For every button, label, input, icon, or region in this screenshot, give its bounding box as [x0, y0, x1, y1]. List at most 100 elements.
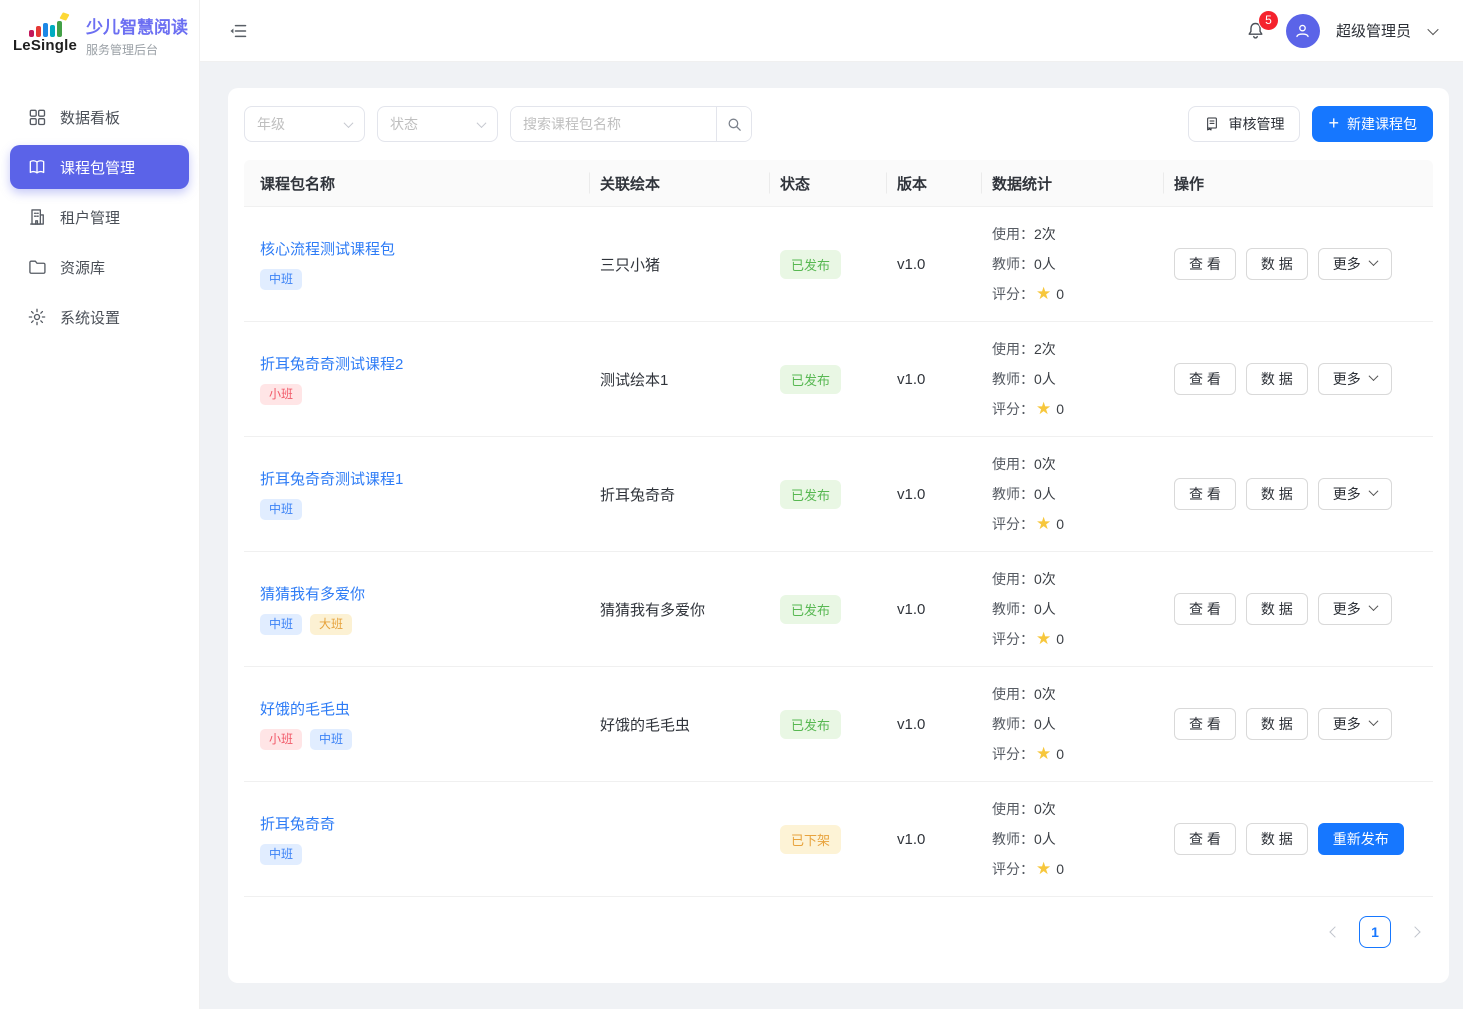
- search-input[interactable]: [511, 107, 716, 141]
- status-select-value: 状态: [390, 114, 418, 134]
- version: v1.0: [897, 716, 992, 733]
- table-header: 课程包名称 关联绘本 状态 版本 数据统计 操作: [244, 160, 1433, 207]
- more-button[interactable]: 更多: [1318, 248, 1392, 280]
- stats-cell: 使用：0次 教师：0人 评分：★0: [992, 794, 1174, 884]
- data-button[interactable]: 数 据: [1246, 593, 1308, 625]
- status-badge: 已发布: [780, 250, 841, 279]
- usage-label: 使用：: [992, 334, 1034, 364]
- audit-manage-button[interactable]: 审核管理: [1188, 106, 1300, 142]
- page-number-current[interactable]: 1: [1359, 916, 1391, 948]
- course-package-link[interactable]: 折耳兔奇奇测试课程1: [260, 468, 403, 489]
- grade-select[interactable]: 年级: [244, 106, 365, 142]
- building-icon: [27, 207, 47, 227]
- search-button[interactable]: [716, 107, 751, 141]
- view-button[interactable]: 查 看: [1174, 593, 1236, 625]
- rating-label: 评分：: [992, 854, 1034, 884]
- republish-button[interactable]: 重新发布: [1318, 823, 1404, 855]
- status-select[interactable]: 状态: [377, 106, 498, 142]
- tag-list: 中班: [260, 844, 600, 866]
- sidebar-item-tenants[interactable]: 租户管理: [10, 195, 189, 239]
- user-name[interactable]: 超级管理员: [1336, 20, 1411, 41]
- main-content: 年级 状态 审核管理: [200, 62, 1463, 1009]
- action-buttons: 查 看数 据更多: [1174, 363, 1433, 395]
- package-name-cell: 核心流程测试课程包 中班: [244, 238, 600, 291]
- sidebar-item-resources[interactable]: 资源库: [10, 245, 189, 289]
- grade-tag: 中班: [260, 844, 302, 866]
- sidebar-item-label: 系统设置: [60, 307, 120, 328]
- more-button[interactable]: 更多: [1318, 363, 1392, 395]
- prev-page-button[interactable]: [1331, 928, 1339, 936]
- more-button[interactable]: 更多: [1318, 708, 1392, 740]
- sidebar-item-settings[interactable]: 系统设置: [10, 295, 189, 339]
- action-buttons: 查 看数 据重新发布: [1174, 823, 1433, 855]
- grade-tag: 中班: [260, 614, 302, 636]
- view-button[interactable]: 查 看: [1174, 823, 1236, 855]
- status-cell: 已发布: [780, 365, 897, 394]
- rating-value: 0: [1056, 279, 1064, 309]
- data-button[interactable]: 数 据: [1246, 363, 1308, 395]
- notification-bell-icon[interactable]: 5: [1242, 17, 1270, 45]
- grade-tag: 中班: [310, 729, 352, 751]
- create-package-button[interactable]: + 新建课程包: [1312, 106, 1433, 142]
- star-icon: ★: [1036, 279, 1051, 309]
- related-book: 猜猜我有多爱你: [600, 599, 780, 620]
- data-button[interactable]: 数 据: [1246, 478, 1308, 510]
- version: v1.0: [897, 256, 992, 273]
- view-button[interactable]: 查 看: [1174, 248, 1236, 280]
- usage-value: 0次: [1034, 794, 1056, 824]
- avatar[interactable]: [1286, 14, 1320, 48]
- more-button[interactable]: 更多: [1318, 478, 1392, 510]
- data-button[interactable]: 数 据: [1246, 248, 1308, 280]
- view-button[interactable]: 查 看: [1174, 708, 1236, 740]
- next-page-button[interactable]: [1411, 928, 1419, 936]
- chevron-down-icon: [1368, 371, 1378, 381]
- data-button[interactable]: 数 据: [1246, 708, 1308, 740]
- table-row: 猜猜我有多爱你 中班大班 猜猜我有多爱你 已发布 v1.0 使用：0次 教师：0…: [244, 552, 1433, 667]
- star-icon: ★: [1036, 394, 1051, 424]
- course-package-link[interactable]: 猜猜我有多爱你: [260, 583, 365, 604]
- sidebar-item-label: 租户管理: [60, 207, 120, 228]
- course-package-link[interactable]: 折耳兔奇奇: [260, 813, 335, 834]
- search-icon: [726, 116, 743, 133]
- usage-value: 0次: [1034, 679, 1056, 709]
- package-name-cell: 折耳兔奇奇测试课程2 小班: [244, 353, 600, 406]
- dashboard-icon: [27, 107, 47, 127]
- teachers-label: 教师：: [992, 824, 1034, 854]
- table-row: 折耳兔奇奇测试课程1 中班 折耳兔奇奇 已发布 v1.0 使用：0次 教师：0人…: [244, 437, 1433, 552]
- course-package-link[interactable]: 核心流程测试课程包: [260, 238, 395, 259]
- column-header-stats: 数据统计: [992, 173, 1174, 194]
- data-button[interactable]: 数 据: [1246, 823, 1308, 855]
- menu-fold-icon[interactable]: [224, 17, 252, 45]
- tag-list: 小班中班: [260, 729, 600, 751]
- brand-logo-icon: LeSingle: [14, 17, 76, 54]
- chevron-down-icon: [477, 118, 487, 128]
- more-button[interactable]: 更多: [1318, 593, 1392, 625]
- table-row: 好饿的毛毛虫 小班中班 好饿的毛毛虫 已发布 v1.0 使用：0次 教师：0人 …: [244, 667, 1433, 782]
- chevron-down-icon: [1368, 256, 1378, 266]
- action-buttons: 查 看数 据更多: [1174, 708, 1433, 740]
- teachers-label: 教师：: [992, 249, 1034, 279]
- grade-tag: 中班: [260, 269, 302, 291]
- sidebar-item-course-packages[interactable]: 课程包管理: [10, 145, 189, 189]
- course-package-link[interactable]: 折耳兔奇奇测试课程2: [260, 353, 403, 374]
- rating-label: 评分：: [992, 394, 1034, 424]
- tag-list: 中班: [260, 269, 600, 291]
- status-badge: 已发布: [780, 365, 841, 394]
- chevron-down-icon: [1368, 601, 1378, 611]
- star-icon: ★: [1036, 509, 1051, 539]
- search-box: [510, 106, 752, 142]
- course-package-link[interactable]: 好饿的毛毛虫: [260, 698, 350, 719]
- related-book: 折耳兔奇奇: [600, 484, 780, 505]
- tag-list: 小班: [260, 384, 600, 406]
- rating-value: 0: [1056, 739, 1064, 769]
- usage-label: 使用：: [992, 449, 1034, 479]
- view-button[interactable]: 查 看: [1174, 363, 1236, 395]
- chevron-down-icon[interactable]: [1427, 23, 1438, 34]
- view-button[interactable]: 查 看: [1174, 478, 1236, 510]
- related-book: 测试绘本1: [600, 369, 780, 390]
- top-bar: 5 超级管理员: [200, 0, 1463, 62]
- folder-icon: [27, 257, 47, 277]
- star-icon: ★: [1036, 624, 1051, 654]
- sidebar-item-dashboard[interactable]: 数据看板: [10, 95, 189, 139]
- book-icon: [27, 157, 47, 177]
